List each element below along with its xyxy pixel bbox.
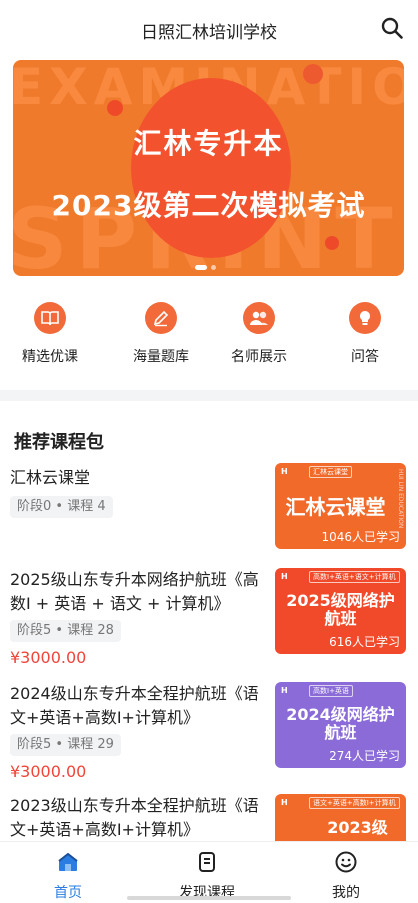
- tab-mine[interactable]: 我的: [286, 850, 406, 902]
- search-icon[interactable]: [380, 16, 404, 40]
- banner-subheadline: 2023级第二次模拟考试: [51, 189, 366, 222]
- course-meta: 阶段0 • 课程 4: [10, 496, 113, 518]
- thumb-title: 汇林云课堂: [285, 495, 386, 519]
- course-meta: 阶段5 • 课程 29: [10, 734, 121, 756]
- teachers-icon: [243, 302, 275, 334]
- quick-link-teachers[interactable]: 名师展示: [214, 298, 304, 366]
- thumb-tag: 汇林云课堂: [309, 466, 352, 478]
- home-indicator: [127, 896, 291, 900]
- banner-ball-decoration: [303, 64, 323, 84]
- carousel-dot-active[interactable]: [195, 265, 207, 270]
- course-name: 汇林云课堂: [10, 468, 91, 487]
- banner-headline: 汇林专升本: [133, 127, 284, 160]
- learned-count: 274人已学习: [329, 749, 400, 763]
- thumb-title: 2023级: [327, 818, 388, 837]
- banner-ball-decoration: [107, 100, 123, 116]
- thumb-tag: 高数Ⅰ+英语: [309, 685, 353, 697]
- thumb-logo: H: [281, 798, 288, 807]
- tab-discover-courses[interactable]: 发现课程: [147, 850, 267, 902]
- course-thumbnail: H 高数Ⅰ+英语+语文+计算机 2025级网络护航班 616人已学习: [275, 568, 406, 654]
- document-icon: [199, 852, 215, 872]
- banner-ball-decoration: [325, 236, 339, 250]
- banner-circle-decoration: [131, 78, 291, 258]
- tab-label: 我的: [332, 885, 360, 901]
- thumb-tag: 语文+英语+高数Ⅰ+计算机: [309, 797, 400, 809]
- course-name: 2024级山东专升本全程护航班《语文+英语+高数I+计算机》: [10, 684, 259, 727]
- course-name: 2023级山东专升本全程护航班《语文+英语+高数I+计算机》: [10, 796, 259, 839]
- thumb-title: 2025级网络护航班: [286, 591, 395, 628]
- carousel-dot[interactable]: [211, 265, 216, 270]
- page-title: 日照汇林培训学校: [141, 23, 277, 43]
- book-icon: [34, 302, 66, 334]
- thumb-logo: H: [281, 572, 288, 581]
- section-title: 推荐课程包: [14, 432, 104, 453]
- home-icon: [58, 852, 78, 871]
- course-thumbnail: H 汇林云课堂 HUI LIN EDUCATION 汇林云课堂 1046人已学习: [275, 463, 406, 549]
- thumb-title: 2024级网络护航班: [286, 705, 395, 742]
- tab-label: 首页: [54, 885, 82, 901]
- learned-count: 616人已学习: [329, 635, 400, 649]
- quick-link-label: 精选优课: [22, 349, 78, 365]
- carousel-indicator: [195, 265, 216, 270]
- learned-count: 1046人已学习: [321, 530, 400, 544]
- bottom-tab-bar: 首页 发现课程 我的: [0, 841, 418, 903]
- thumb-logo: H: [281, 686, 288, 695]
- course-price: ¥3000.00: [10, 648, 87, 667]
- section-divider: [0, 390, 418, 401]
- course-price: ¥3000.00: [10, 762, 87, 781]
- quick-link-question-bank[interactable]: 海量题库: [116, 298, 206, 366]
- thumb-logo: H: [281, 467, 288, 476]
- lightbulb-icon: [349, 302, 381, 334]
- thumb-side-text: HUI LIN EDUCATION: [397, 469, 404, 529]
- quick-link-courses[interactable]: 精选优课: [5, 298, 95, 366]
- quick-link-label: 问答: [351, 349, 379, 365]
- quick-link-label: 海量题库: [133, 349, 189, 365]
- course-name: 2025级山东专升本网络护航班《高数Ⅰ + 英语 + 语文 + 计算机》: [10, 570, 259, 613]
- thumb-tag: 高数Ⅰ+英语+语文+计算机: [309, 571, 400, 583]
- promo-banner[interactable]: EXAMINATION SPRINT 汇林专升本 2023级第二次模拟考试: [13, 60, 404, 276]
- smiley-icon: [335, 851, 357, 873]
- course-meta: 阶段5 • 课程 28: [10, 620, 121, 642]
- quick-link-label: 名师展示: [231, 349, 287, 365]
- quick-link-qa[interactable]: 问答: [320, 298, 410, 366]
- quick-links: 精选优课 海量题库 名师展示 问答: [0, 298, 418, 378]
- pencil-icon: [145, 302, 177, 334]
- tab-home[interactable]: 首页: [8, 850, 128, 902]
- course-thumbnail: H 高数Ⅰ+英语 2024级网络护航班 274人已学习: [275, 682, 406, 768]
- app-header: 日照汇林培训学校: [0, 0, 418, 58]
